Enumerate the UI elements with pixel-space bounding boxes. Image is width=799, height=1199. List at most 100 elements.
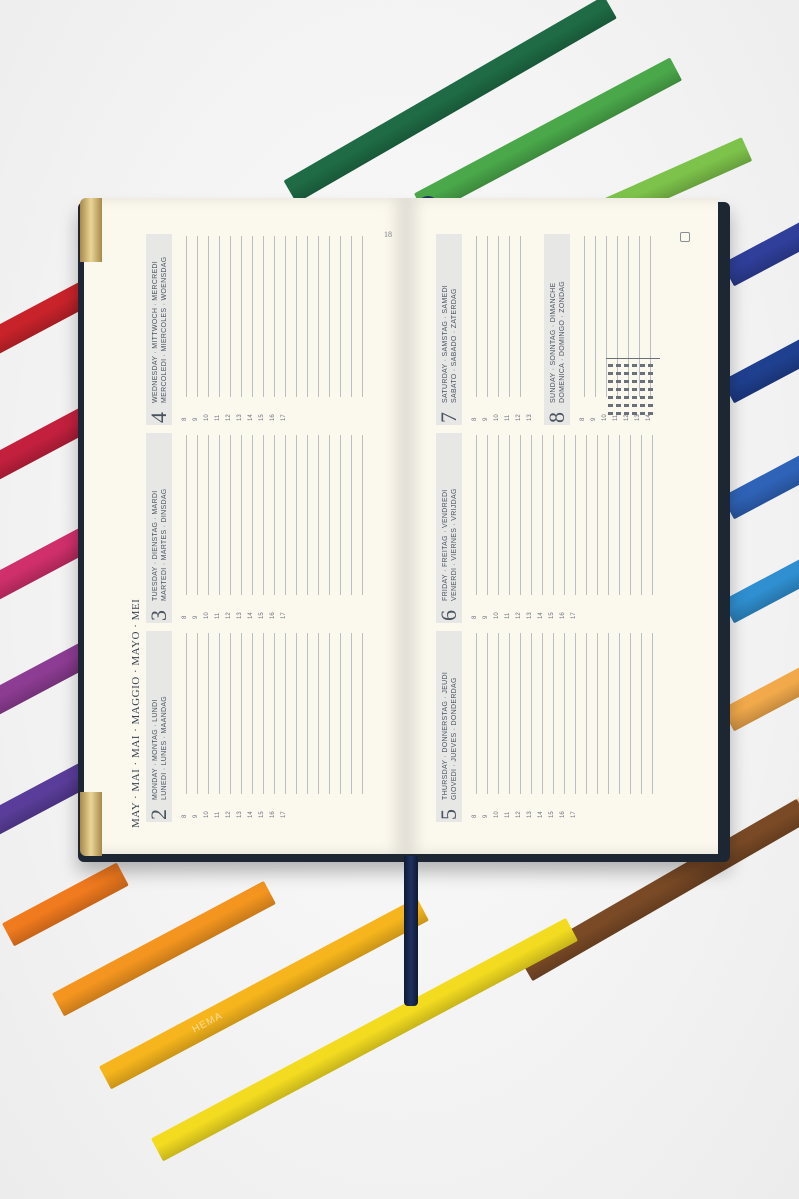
day-name-secondary: MARTEDI · MARTES · DINSDAG xyxy=(161,488,168,602)
hour-label: 11 xyxy=(505,613,511,620)
writing-line xyxy=(329,434,330,596)
mini-calendar-date xyxy=(640,404,645,407)
day-name-primary: FRIDAY · FREITAG · VENDREDI xyxy=(442,489,449,602)
writing-line xyxy=(296,434,297,596)
hour-label: 10 xyxy=(204,811,210,818)
writing-line xyxy=(197,236,198,397)
writing-line xyxy=(641,633,642,794)
day-block: 8 9 10 11 12 13 14 15 16 17 3 TUESDAY · DIENSTAG · … xyxy=(146,432,378,624)
day-name-secondary: VENERDI · VIERNES · VRIJDAG xyxy=(451,488,458,602)
hour-label: 15 xyxy=(549,612,555,620)
day-name-secondary: LUNEDI · LUNES · MAANDAG xyxy=(161,695,168,800)
orange-pencil-body xyxy=(1,862,129,947)
navy-pencil-body xyxy=(721,338,799,404)
day-number: 4 xyxy=(146,411,171,423)
mini-calendar-date xyxy=(632,404,637,407)
writing-line xyxy=(186,236,187,397)
hour-label: 11 xyxy=(215,811,221,818)
hour-label: 13 xyxy=(527,811,533,818)
writing-line xyxy=(219,434,220,596)
hour-label: 15 xyxy=(259,612,265,620)
writing-line xyxy=(498,434,499,596)
mini-calendar-date xyxy=(608,396,613,399)
hour-label: 11 xyxy=(215,613,221,620)
mini-calendar-date xyxy=(648,388,653,391)
mini-calendar-date xyxy=(616,388,621,391)
hour-label: 9 xyxy=(483,814,489,818)
hour-label: 10 xyxy=(204,413,210,421)
hour-label: 16 xyxy=(270,413,276,421)
mini-calendar-date xyxy=(640,364,645,367)
writing-line xyxy=(340,434,341,596)
day-header-band xyxy=(544,234,570,425)
writing-line xyxy=(186,633,187,794)
mini-calendar-date xyxy=(624,404,629,407)
writing-line xyxy=(476,633,477,794)
mini-calendar-date xyxy=(640,412,645,415)
hour-label: 10 xyxy=(204,612,210,620)
right-page: 8 9 10 11 12 13 14 15 16 17 5 THURSDAY · DONNERSTAG… xyxy=(406,198,718,854)
day-name-secondary: GIOVEDI · JUEVES · DONDERDAG xyxy=(451,677,458,800)
hour-label: 17 xyxy=(281,612,287,620)
day-number: 8 xyxy=(544,411,569,423)
day-name-secondary: SABATO · SABADO · ZATERDAG xyxy=(451,287,458,403)
mini-calendar-date xyxy=(608,412,613,415)
mini-calendar-date xyxy=(608,380,613,383)
hour-label: 16 xyxy=(560,612,566,620)
writing-line xyxy=(619,434,620,596)
day-block: 8 9 10 11 12 13 14 15 16 17 2 MONDAY · MONTAG · LUN… xyxy=(146,631,378,822)
mini-calendar-date xyxy=(608,364,613,367)
writing-line xyxy=(630,434,631,596)
mini-calendar-date xyxy=(648,380,653,383)
mini-calendar-date xyxy=(632,388,637,391)
hour-label: 16 xyxy=(270,811,276,818)
writing-line xyxy=(241,434,242,596)
mini-calendar-date xyxy=(632,372,637,375)
bookmark-ribbon xyxy=(404,856,418,1006)
hour-label: 10 xyxy=(494,811,500,818)
writing-line xyxy=(307,236,308,397)
hour-label: 11 xyxy=(505,811,511,818)
day-block: 8 9 10 11 12 13 14 15 16 17 4 WEDNESDAY · MITTWOCH … xyxy=(146,234,378,425)
hour-label: 8 xyxy=(472,615,478,620)
writing-line xyxy=(509,633,510,794)
day-number: 7 xyxy=(436,411,461,423)
mini-calendar-date xyxy=(632,396,637,399)
hour-label: 9 xyxy=(193,417,199,421)
writing-line xyxy=(263,434,264,596)
day-header-band xyxy=(146,432,172,624)
writing-line xyxy=(531,434,532,596)
day-header-band xyxy=(146,234,172,425)
day-header-band xyxy=(436,234,462,425)
writing-line xyxy=(197,633,198,794)
hour-label: 9 xyxy=(193,814,199,818)
hour-label: 12 xyxy=(516,811,522,818)
writing-line xyxy=(586,633,587,794)
writing-line xyxy=(487,236,488,397)
day-number: 6 xyxy=(436,610,461,622)
day-name-primary: THURSDAY · DONNERSTAG · JEUDI xyxy=(442,671,449,800)
writing-line xyxy=(542,434,543,596)
hour-label: 15 xyxy=(259,811,265,818)
hour-label: 9 xyxy=(483,417,489,421)
blue-pencil xyxy=(721,433,799,520)
hour-label: 15 xyxy=(549,811,555,818)
writing-line xyxy=(487,633,488,794)
mini-calendar-date xyxy=(616,364,621,367)
mini-calendar-date xyxy=(616,396,621,399)
mini-calendar-date xyxy=(624,380,629,383)
day-header-band xyxy=(146,631,172,822)
writing-line xyxy=(520,434,521,596)
writing-line xyxy=(487,434,488,596)
writing-line xyxy=(241,236,242,397)
hour-label: 14 xyxy=(248,413,254,421)
day-name-primary: TUESDAY · DIENSTAG · MARDI xyxy=(152,490,159,602)
hour-label: 9 xyxy=(193,615,199,620)
writing-line xyxy=(208,236,209,397)
writing-line xyxy=(340,236,341,397)
writing-line xyxy=(230,434,231,596)
writing-line xyxy=(564,633,565,794)
writing-line xyxy=(575,633,576,794)
hour-label: 11 xyxy=(215,414,221,421)
writing-line xyxy=(318,236,319,397)
